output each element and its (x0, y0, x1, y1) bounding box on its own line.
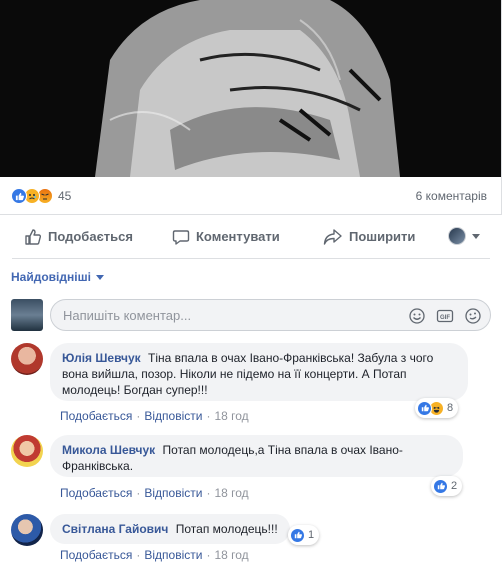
reactions-summary[interactable]: 45 (11, 188, 71, 204)
comment-reaction-count: 1 (308, 529, 315, 541)
comment-like-link[interactable]: Подобається (60, 548, 132, 562)
comment-reactions-badge[interactable]: 2 (431, 476, 463, 496)
commenter-avatar[interactable] (11, 514, 43, 546)
comment-item: Юлія Шевчук Тіна впала в очах Івано-Фран… (11, 343, 491, 423)
comment-author[interactable]: Світлана Гайович (62, 522, 168, 536)
comment-like-link[interactable]: Подобається (60, 486, 132, 500)
commenter-avatar[interactable] (11, 343, 43, 375)
comment-reply-link[interactable]: Відповісти (144, 486, 202, 500)
reactions-count: 45 (58, 189, 72, 203)
like-icon (290, 527, 305, 543)
comment-bubble: Микола Шевчук Потап молодець,а Тіна впал… (50, 435, 463, 477)
chevron-down-icon (95, 274, 104, 280)
gif-icon[interactable]: GIF (436, 307, 454, 325)
comment-bubble: Юлія Шевчук Тіна впала в очах Івано-Фран… (50, 343, 468, 401)
profile-switcher[interactable] (448, 227, 480, 245)
comment-button-label: Коментувати (196, 229, 280, 244)
post-summary: 45 6 коментарів (0, 177, 502, 215)
speech-bubble-icon (172, 229, 190, 245)
comment-author[interactable]: Микола Шевчук (62, 443, 155, 457)
sticker-icon[interactable] (464, 307, 482, 325)
comment-like-link[interactable]: Подобається (60, 409, 132, 423)
comment-meta: Подобається · Відповісти · 18 год (60, 409, 249, 423)
comment-reply-link[interactable]: Відповісти (144, 409, 202, 423)
comment-meta: Подобається · Відповісти · 18 год (60, 486, 249, 500)
svg-text:GIF: GIF (440, 315, 450, 321)
comment-composer: GIF (11, 298, 491, 332)
comment-reaction-count: 8 (447, 402, 454, 414)
current-user-avatar (11, 299, 43, 331)
share-arrow-icon (323, 228, 342, 245)
comment-reply-link[interactable]: Відповісти (144, 548, 202, 562)
comment-bubble: Світлана Гайович Потап молодець!!! (50, 514, 290, 544)
commenter-avatar[interactable] (11, 435, 43, 467)
thumbs-up-icon (25, 228, 42, 245)
like-button[interactable]: Подобається (24, 221, 133, 253)
comment-item: Микола Шевчук Потап молодець,а Тіна впал… (11, 435, 491, 505)
profile-avatar (448, 227, 466, 245)
comment-author[interactable]: Юлія Шевчук (62, 351, 141, 365)
like-icon (433, 478, 448, 494)
like-button-label: Подобається (48, 229, 133, 244)
comment-input[interactable] (63, 308, 383, 323)
share-button-label: Поширити (349, 229, 416, 244)
comments-count-link[interactable]: 6 коментарів (416, 189, 487, 203)
comment-timestamp[interactable]: 18 год (214, 486, 248, 500)
comment-meta: Подобається · Відповісти · 18 год (60, 548, 249, 562)
emoji-icon[interactable] (408, 307, 426, 325)
comment-reaction-count: 2 (451, 480, 458, 492)
comment-input-box[interactable]: GIF (50, 299, 491, 331)
comment-reactions-badge[interactable]: 1 (288, 525, 320, 545)
comment-reactions-badge[interactable]: 8 (415, 398, 459, 418)
comment-text: Потап молодець!!! (175, 522, 278, 536)
like-icon (11, 188, 27, 204)
comment-sort-dropdown[interactable]: Найдовідніші (11, 270, 104, 284)
chevron-down-icon (472, 233, 480, 239)
sort-label: Найдовідніші (11, 270, 91, 284)
comment-item: Світлана Гайович Потап молодець!!! 1 Под… (11, 514, 491, 571)
comment-timestamp[interactable]: 18 год (214, 548, 248, 562)
comment-timestamp[interactable]: 18 год (214, 409, 248, 423)
post-action-bar: Подобається Коментувати Поширити (12, 215, 490, 259)
like-icon (417, 400, 432, 416)
post-photo[interactable] (0, 0, 502, 177)
share-button[interactable]: Поширити (323, 221, 415, 253)
